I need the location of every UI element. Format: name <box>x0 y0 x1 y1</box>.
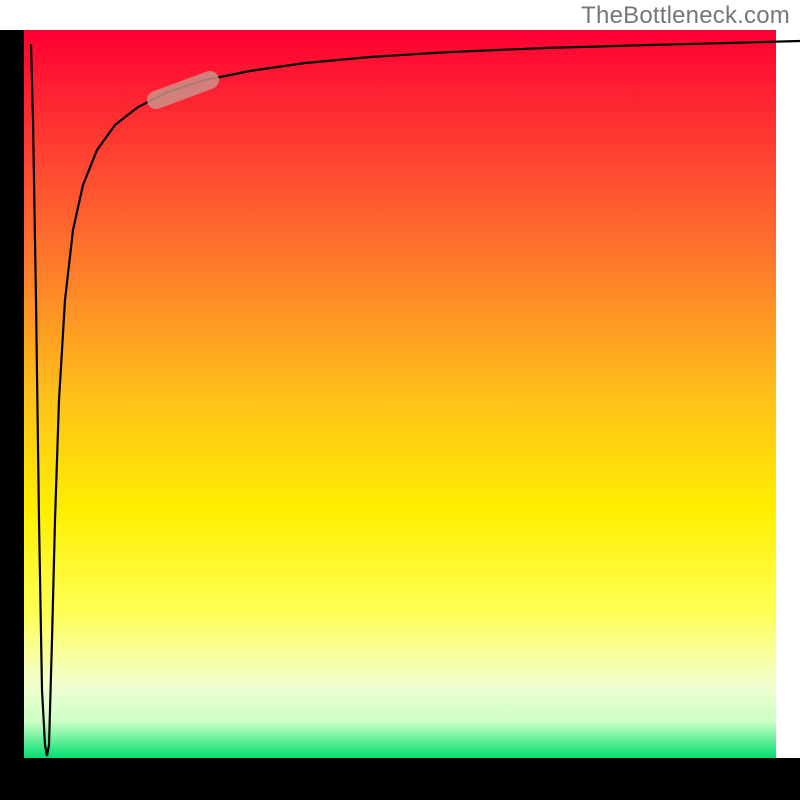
plot-background <box>24 30 776 758</box>
axis-left-bar <box>0 30 24 770</box>
axis-bottom-bar <box>0 758 800 800</box>
chart-svg <box>0 0 800 800</box>
watermark-text: TheBottleneck.com <box>581 2 790 30</box>
chart-stage: TheBottleneck.com <box>0 0 800 800</box>
